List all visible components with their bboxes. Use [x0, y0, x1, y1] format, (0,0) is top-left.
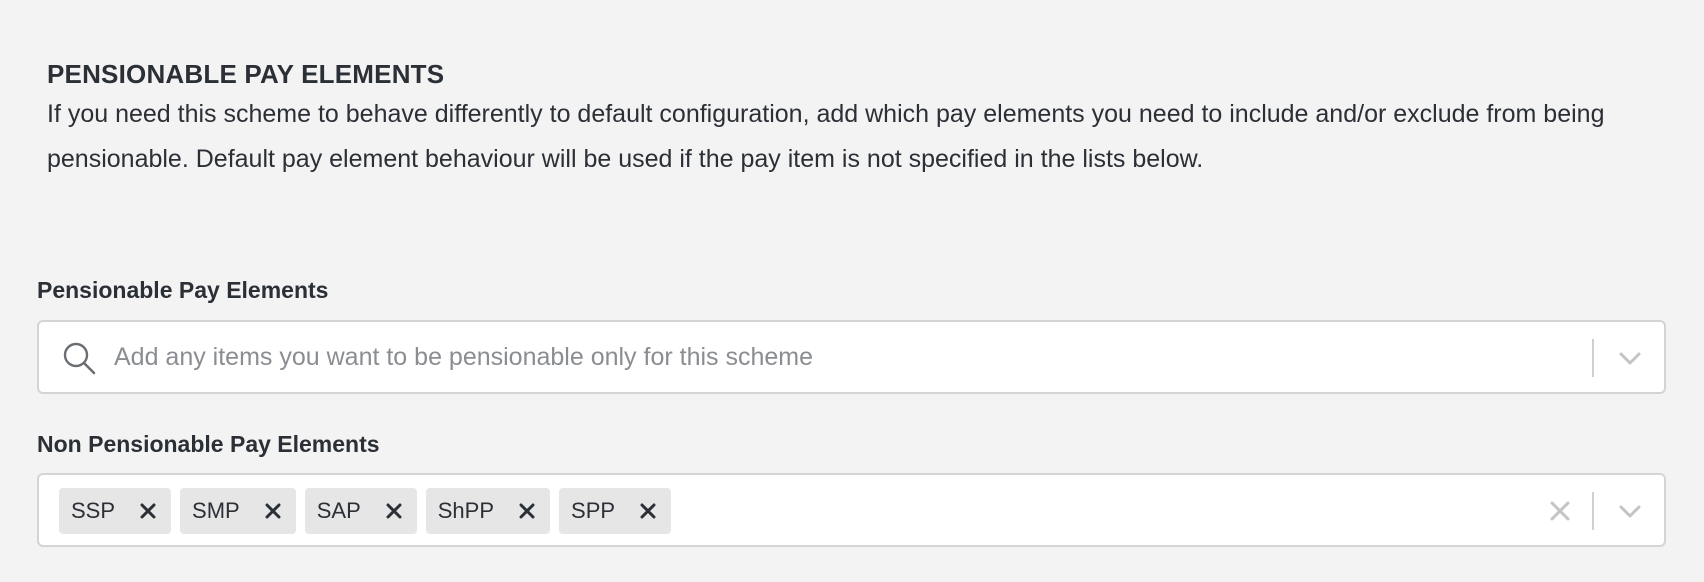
remove-chip-icon[interactable] — [637, 500, 659, 522]
section-description: If you need this scheme to behave differ… — [47, 100, 1605, 173]
chip-label: SSP — [71, 498, 116, 523]
remove-chip-icon[interactable] — [516, 500, 538, 522]
chip-label: SPP — [571, 498, 616, 523]
section-header: PENSIONABLE PAY ELEMENTS If you need thi… — [47, 56, 1647, 182]
chip-shpp: ShPP — [425, 488, 551, 534]
select-divider — [1592, 339, 1594, 377]
pensionable-select[interactable]: Add any items you want to be pensionable… — [37, 320, 1666, 394]
non-pensionable-field-label: Non Pensionable Pay Elements — [37, 431, 380, 457]
chip-label: SAP — [316, 498, 361, 523]
section-title: PENSIONABLE PAY ELEMENTS — [47, 59, 445, 89]
pensionable-field-label: Pensionable Pay Elements — [37, 277, 329, 303]
chevron-down-icon[interactable] — [1615, 496, 1645, 526]
non-pensionable-select[interactable]: SSP SMP SAP ShPP SPP — [37, 473, 1666, 547]
chip-spp: SPP — [559, 488, 672, 534]
select-divider — [1592, 492, 1594, 530]
chip-ssp: SSP — [59, 488, 172, 534]
remove-chip-icon[interactable] — [262, 500, 284, 522]
chip-sap: SAP — [304, 488, 417, 534]
search-icon — [63, 342, 96, 375]
pensionable-pay-elements-page: PENSIONABLE PAY ELEMENTS If you need thi… — [0, 0, 1704, 582]
chip-label: SMP — [192, 498, 240, 523]
chip-label: ShPP — [437, 498, 495, 523]
chevron-down-icon[interactable] — [1615, 343, 1645, 373]
pensionable-search-input[interactable]: Add any items you want to be pensionable… — [114, 322, 813, 392]
remove-chip-icon[interactable] — [383, 500, 405, 522]
clear-all-icon[interactable] — [1545, 496, 1575, 526]
remove-chip-icon[interactable] — [137, 500, 159, 522]
chip-smp: SMP — [180, 488, 296, 534]
selected-chips: SSP SMP SAP ShPP SPP — [59, 488, 672, 534]
